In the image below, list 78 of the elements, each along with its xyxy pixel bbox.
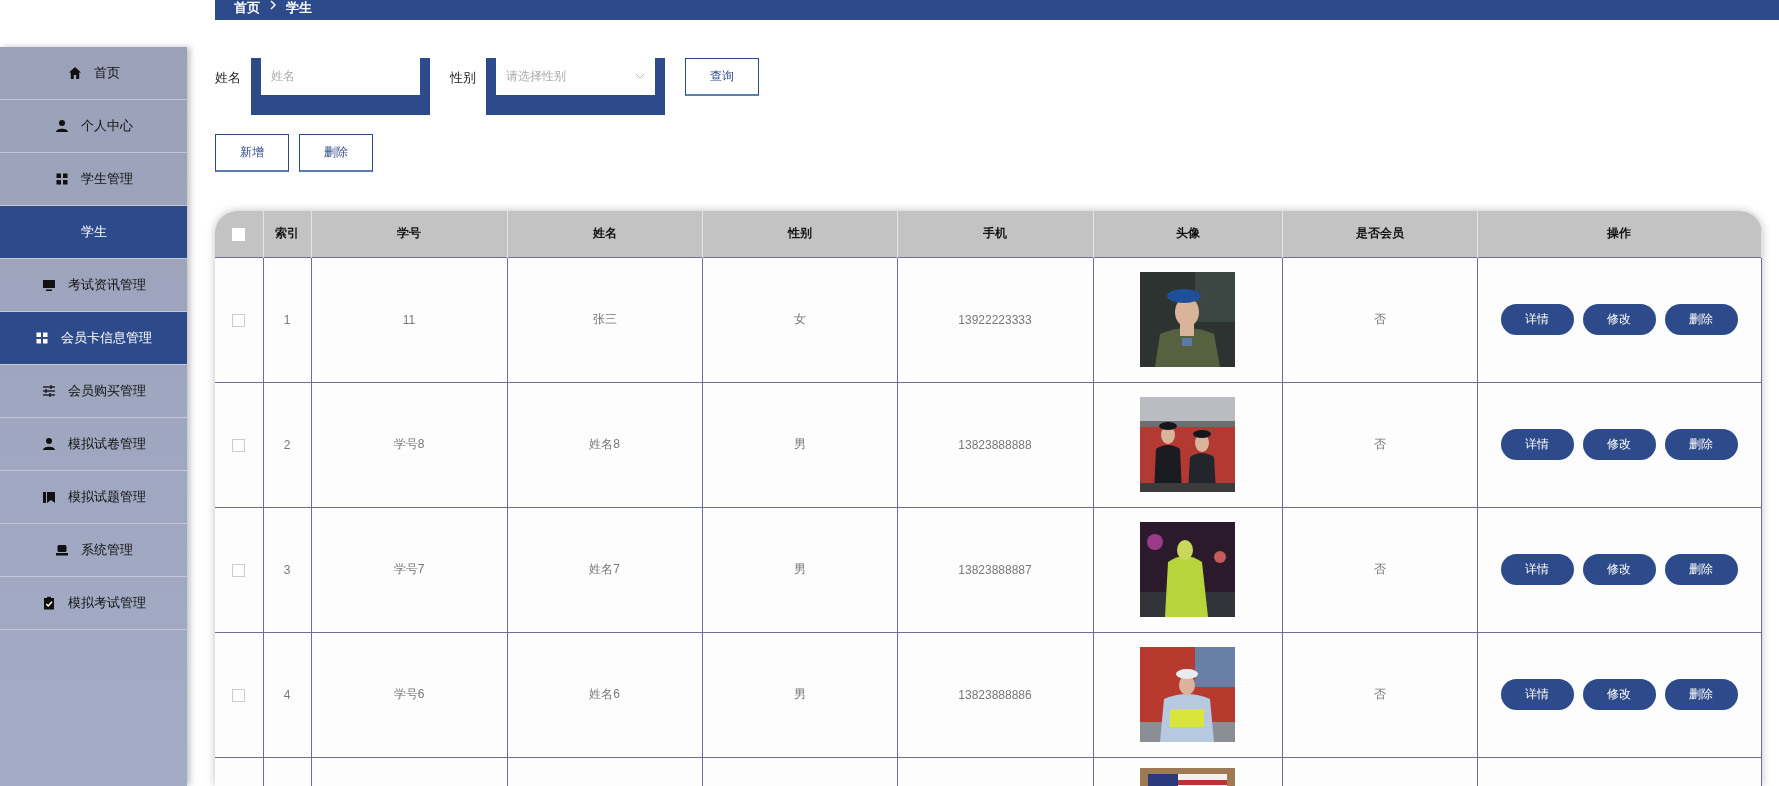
sidebar-item[interactable]: 系统管理	[0, 524, 187, 577]
home-icon	[67, 66, 82, 80]
table-cell: 13823888887	[958, 562, 1032, 577]
table-cell: 否	[1373, 312, 1386, 327]
row-action-button[interactable]: 修改	[1582, 304, 1656, 336]
field-label: 性别	[450, 68, 476, 87]
column-header: 姓名	[592, 226, 617, 241]
row-action-button[interactable]: 详情	[1500, 304, 1574, 336]
table-cell: 11	[402, 312, 416, 327]
table-cell: 3	[283, 562, 291, 577]
sidebar-item[interactable]: 模拟考试管理	[0, 577, 187, 630]
sidebar-item[interactable]: 首页	[0, 47, 187, 100]
table-cell: 女	[793, 312, 806, 327]
table-cell: 男	[793, 562, 806, 577]
chevron-down-icon	[635, 73, 645, 80]
separator-icon	[270, 0, 276, 10]
sidebar-item[interactable]: 会员购买管理	[0, 365, 187, 418]
table-cell: 1	[283, 312, 291, 327]
table-cell: 学号7	[393, 562, 425, 577]
table-cell: 学号6	[393, 687, 425, 702]
row-action-button[interactable]: 修改	[1582, 679, 1656, 711]
table-cell: 学号8	[393, 437, 425, 452]
column-header: 操作	[1607, 226, 1632, 241]
book-icon	[41, 490, 56, 504]
column-header: 头像	[1175, 226, 1200, 241]
breadcrumb-link[interactable]: 首页	[234, 0, 260, 15]
row-action-button[interactable]: 修改	[1582, 554, 1656, 586]
search-button[interactable]: 查询	[685, 57, 759, 96]
monitor-icon	[41, 278, 56, 292]
row-action-button[interactable]: 详情	[1500, 679, 1574, 711]
table-cell: 姓名8	[589, 437, 620, 452]
sidebar-item[interactable]: 模拟试卷管理	[0, 418, 187, 471]
table-cell: 13922223333	[958, 312, 1032, 327]
name-input[interactable]: 姓名	[261, 57, 420, 95]
grid-icon	[35, 331, 49, 345]
row-action-button[interactable]: 删除	[1664, 554, 1738, 586]
table-cell: 否	[1373, 562, 1386, 577]
person-icon	[54, 119, 69, 133]
sidebar-item[interactable]: 会员卡信息管理	[0, 312, 187, 365]
row-action-button[interactable]: 详情	[1500, 554, 1574, 586]
row-checkbox[interactable]	[232, 563, 246, 577]
column-header: 手机	[983, 226, 1007, 241]
action-button[interactable]: 新增	[215, 133, 289, 172]
action-button[interactable]: 删除	[299, 133, 373, 172]
table-cell: 13823888886	[958, 687, 1032, 702]
table-cell: 2	[283, 437, 291, 452]
column-header: 是否会员	[1355, 226, 1404, 241]
table-cell: 姓名6	[589, 687, 620, 702]
table-cell: 4	[283, 687, 291, 702]
grid-icon	[54, 172, 69, 186]
select-all-checkbox[interactable]	[232, 227, 246, 241]
table-cell: 姓名7	[589, 562, 620, 577]
table-cell: 13823888888	[958, 437, 1032, 452]
table-cell: 否	[1373, 437, 1386, 452]
column-header: 性别	[787, 226, 812, 241]
sidebar-item[interactable]: 模拟试题管理	[0, 471, 187, 524]
row-checkbox[interactable]	[232, 313, 246, 327]
table-cell: 张三	[592, 312, 617, 327]
clipboard-icon	[41, 596, 56, 610]
field-label: 姓名	[215, 68, 241, 87]
row-checkbox[interactable]	[232, 688, 246, 702]
column-header: 学号	[397, 226, 421, 241]
person-icon	[41, 437, 56, 451]
row-action-button[interactable]: 删除	[1664, 429, 1738, 461]
row-action-button[interactable]: 删除	[1664, 304, 1738, 336]
sidebar-item[interactable]: 个人中心	[0, 100, 187, 153]
table-cell: 男	[793, 687, 806, 702]
breadcrumb-link[interactable]: 学生	[286, 0, 312, 15]
row-action-button[interactable]: 修改	[1582, 429, 1656, 461]
row-action-button[interactable]: 删除	[1664, 679, 1738, 711]
sliders-icon	[41, 384, 56, 398]
row-checkbox[interactable]	[232, 438, 246, 452]
sidebar-item[interactable]: 学生	[0, 206, 187, 259]
laptop-icon	[54, 543, 69, 557]
column-header: 索引	[275, 226, 299, 241]
table-cell: 否	[1373, 687, 1386, 702]
row-action-button[interactable]: 详情	[1500, 429, 1574, 461]
table-cell: 男	[793, 437, 806, 452]
